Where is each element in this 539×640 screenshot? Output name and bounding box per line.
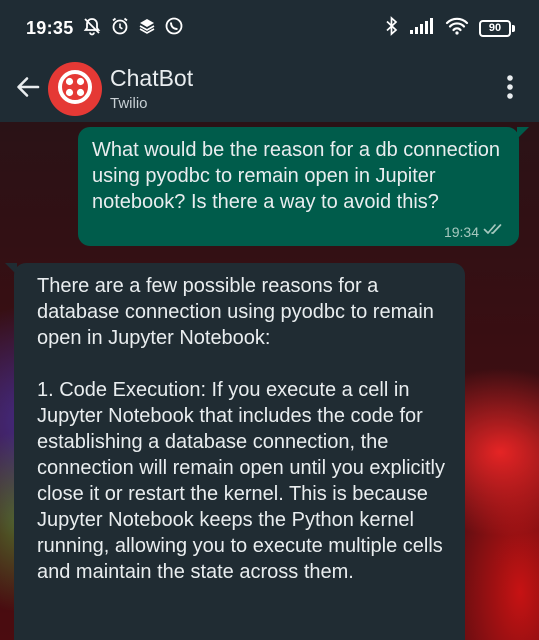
twilio-logo-icon — [55, 67, 95, 112]
message-time: 19:34 — [443, 223, 479, 240]
status-bar: 19:35 90 — [0, 0, 539, 56]
stack-icon — [138, 17, 156, 40]
double-check-icon — [483, 222, 505, 241]
chat-title-block[interactable]: ChatBot Twilio — [110, 64, 193, 114]
message-text: There are a few possible reasons for a d… — [37, 275, 445, 583]
status-time: 19:35 — [26, 17, 74, 38]
outgoing-message[interactable]: What would be the reason for a db connec… — [78, 127, 519, 246]
back-button[interactable] — [8, 69, 48, 109]
alarm-icon — [110, 16, 130, 41]
more-vertical-icon — [506, 74, 514, 105]
whatsapp-icon — [164, 16, 184, 41]
avatar[interactable] — [48, 62, 102, 116]
chat-title: ChatBot — [110, 65, 194, 91]
signal-icon — [409, 17, 435, 40]
bell-off-icon — [82, 16, 102, 41]
more-options-button[interactable] — [495, 67, 525, 111]
bluetooth-icon — [385, 15, 399, 41]
message-meta: 19:34 — [444, 222, 505, 241]
battery-level: 90 — [479, 19, 511, 37]
chat-area[interactable]: What would be the reason for a db connec… — [0, 122, 539, 640]
message-text: What would be the reason for a db connec… — [92, 139, 501, 213]
chat-header: ChatBot Twilio — [0, 56, 539, 122]
chat-subtitle: Twilio — [110, 95, 148, 112]
battery-icon: 90 — [479, 19, 515, 37]
wifi-icon — [445, 17, 469, 40]
incoming-message[interactable]: There are a few possible reasons for a d… — [14, 263, 465, 640]
status-left-icons — [82, 16, 184, 41]
status-right-icons: 90 — [385, 15, 515, 41]
back-arrow-icon — [15, 74, 41, 105]
